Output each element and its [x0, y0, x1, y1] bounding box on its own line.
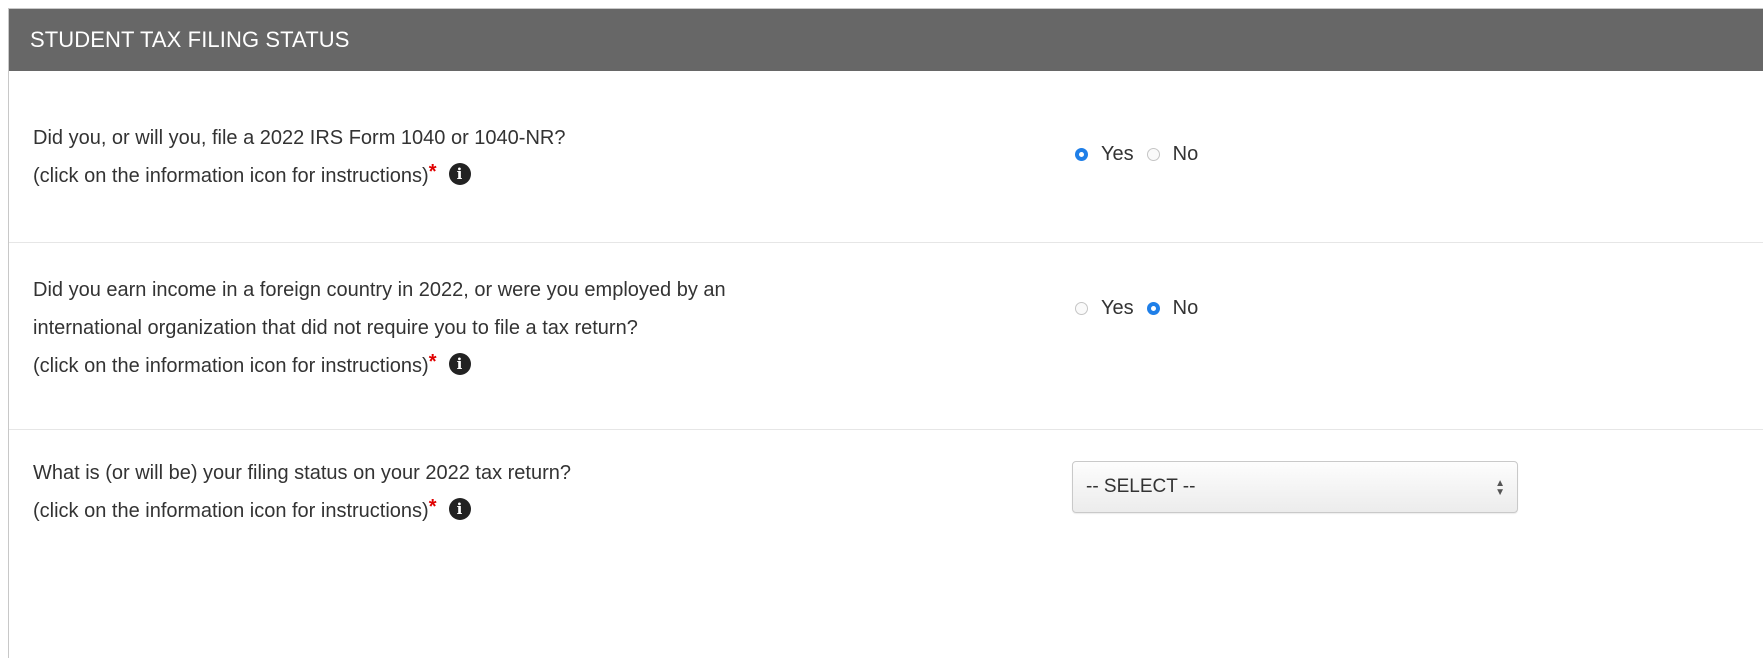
- question-text-line: Did you earn income in a foreign country…: [33, 279, 726, 301]
- radio-button-yes[interactable]: [1075, 148, 1088, 161]
- question-text-line: What is (or will be) your filing status …: [33, 462, 572, 484]
- question-instruction-line: (click on the information icon for instr…: [33, 157, 565, 195]
- question-row-filing-status: What is (or will be) your filing status …: [9, 430, 1763, 659]
- select-arrows-icon: ▲ ▼: [1495, 478, 1505, 498]
- question-row-irs-form: Did you, or will you, file a 2022 IRS Fo…: [9, 71, 1763, 243]
- radio-button-no[interactable]: [1146, 302, 1160, 315]
- radio-option-no[interactable]: No: [1146, 297, 1199, 320]
- info-icon[interactable]: i: [448, 162, 471, 185]
- info-icon[interactable]: i: [448, 352, 471, 375]
- required-asterisk: *: [428, 351, 437, 373]
- question-label: Did you earn income in a foreign country…: [33, 271, 726, 385]
- question-label: Did you, or will you, file a 2022 IRS Fo…: [33, 119, 565, 195]
- question-label: What is (or will be) your filing status …: [33, 454, 571, 530]
- radio-button-no[interactable]: [1146, 148, 1160, 161]
- radio-label-no: No: [1172, 297, 1199, 319]
- question-instruction-line: (click on the information icon for instr…: [33, 347, 726, 385]
- filing-status-select[interactable]: -- SELECT -- ▲ ▼: [1072, 461, 1518, 513]
- question-instruction-line: (click on the information icon for instr…: [33, 492, 571, 530]
- radio-label-no: No: [1172, 143, 1199, 165]
- question-text-line: international organization that did not …: [33, 317, 638, 339]
- radio-button-yes[interactable]: [1075, 302, 1088, 315]
- radio-label-yes: Yes: [1101, 297, 1134, 319]
- radio-group-foreign-income: Yes No: [1075, 297, 1211, 320]
- radio-option-yes[interactable]: Yes: [1075, 143, 1134, 166]
- question-row-foreign-income: Did you earn income in a foreign country…: [9, 243, 1763, 430]
- question-text-line: Did you, or will you, file a 2022 IRS Fo…: [33, 127, 566, 149]
- info-icon[interactable]: i: [448, 497, 471, 520]
- radio-option-yes[interactable]: Yes: [1075, 297, 1134, 320]
- required-asterisk: *: [428, 496, 437, 518]
- select-value: -- SELECT --: [1086, 476, 1196, 497]
- radio-group-irs-form: Yes No: [1075, 143, 1211, 166]
- tax-filing-status-panel: STUDENT TAX FILING STATUS Did you, or wi…: [8, 8, 1763, 658]
- radio-label-yes: Yes: [1101, 143, 1134, 165]
- radio-option-no[interactable]: No: [1146, 143, 1199, 166]
- required-asterisk: *: [428, 161, 437, 183]
- section-header: STUDENT TAX FILING STATUS: [9, 9, 1763, 71]
